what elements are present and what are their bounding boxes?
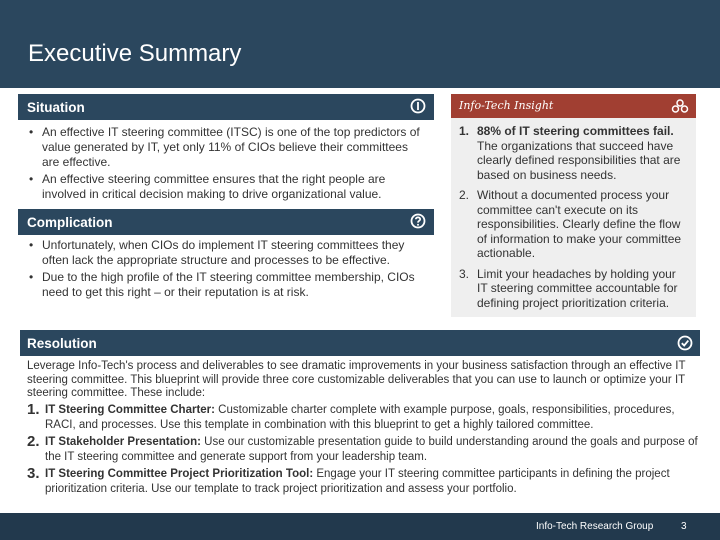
insight-title: Info-Tech Insight <box>459 99 554 112</box>
complication-header: Complication <box>18 209 434 235</box>
deliverable-number: 1. <box>27 401 40 418</box>
situation-header: Situation <box>18 94 434 120</box>
check-circle-icon <box>677 335 693 351</box>
list-item: Unfortunately, when CIOs do implement IT… <box>27 238 427 268</box>
gears-icon <box>671 99 689 113</box>
complication-title: Complication <box>27 215 113 230</box>
insight-list: 1. 88% of IT steering committees fail. T… <box>451 118 696 310</box>
resolution-header: Resolution <box>20 330 700 356</box>
insight-panel: 1. 88% of IT steering committees fail. T… <box>451 118 696 317</box>
list-item: Due to the high profile of the IT steeri… <box>27 270 427 300</box>
deliverable-item: 3. IT Steering Committee Project Priorit… <box>27 465 702 497</box>
insight-header: Info-Tech Insight <box>451 94 696 118</box>
insight-item: 3. Limit your headaches by holding your … <box>459 267 686 311</box>
situation-bullets: An effective IT steering committee (ITSC… <box>27 125 427 204</box>
slide-header: Executive Summary <box>0 0 720 88</box>
resolution-deliverables: 1. IT Steering Committee Charter: Custom… <box>27 401 702 499</box>
resolution-title: Resolution <box>27 336 97 351</box>
info-icon <box>410 98 426 114</box>
insight-item-heading: 88% of IT steering committees fail. <box>477 124 674 138</box>
page-number: 3 <box>681 521 687 532</box>
insight-item-number: 3. <box>459 266 470 281</box>
footer-organization: Info-Tech Research Group <box>536 521 654 532</box>
deliverable-item: 2. IT Stakeholder Presentation: Use our … <box>27 433 702 465</box>
situation-title: Situation <box>27 100 85 115</box>
list-item: An effective IT steering committee (ITSC… <box>27 125 427 170</box>
insight-item: 2. Without a documented process your com… <box>459 188 686 261</box>
page-title: Executive Summary <box>28 40 242 67</box>
deliverable-title: IT Steering Committee Charter: <box>45 404 215 416</box>
deliverable-title: IT Steering Committee Project Prioritiza… <box>45 468 314 480</box>
insight-item-number: 1. <box>459 124 470 138</box>
complication-bullets: Unfortunately, when CIOs do implement IT… <box>27 238 427 302</box>
insight-item-text: Without a documented process your commit… <box>477 188 682 260</box>
resolution-intro: Leverage Info-Tech's process and deliver… <box>27 360 686 399</box>
insight-item-text: The organizations that succeed have clea… <box>477 138 681 182</box>
list-item: An effective steering committee ensures … <box>27 172 427 202</box>
deliverable-title: IT Stakeholder Presentation: <box>45 436 201 448</box>
deliverable-number: 2. <box>27 433 40 450</box>
insight-item: 1. 88% of IT steering committees fail. T… <box>459 124 686 182</box>
deliverable-item: 1. IT Steering Committee Charter: Custom… <box>27 401 702 433</box>
slide-footer: Info-Tech Research Group 3 <box>0 513 720 540</box>
deliverable-number: 3. <box>27 465 40 482</box>
insight-item-text: Limit your headaches by holding your IT … <box>477 266 678 310</box>
question-icon <box>410 213 426 229</box>
insight-item-number: 2. <box>459 188 470 202</box>
